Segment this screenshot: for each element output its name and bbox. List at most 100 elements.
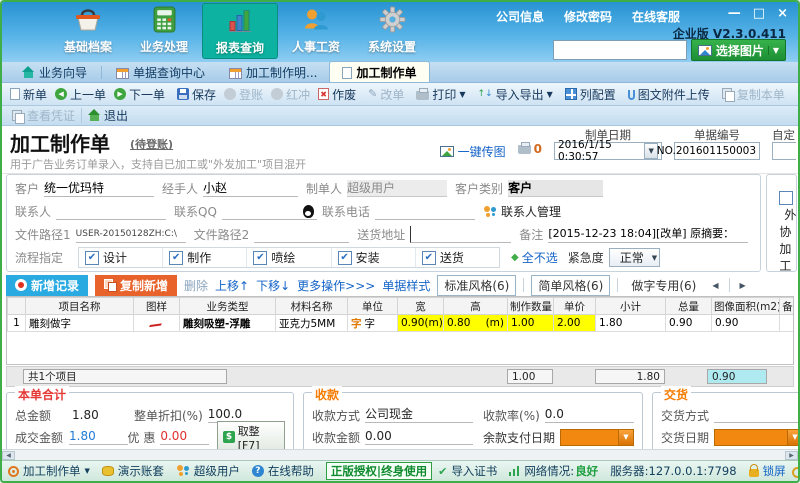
statusbar-import-cert[interactable]: ✔ 导入证书 xyxy=(438,463,497,479)
checkbox-checked-icon[interactable]: ✔ xyxy=(337,250,352,265)
sample-cell[interactable] xyxy=(133,314,180,332)
col-header[interactable]: 备 xyxy=(779,297,793,315)
col-header[interactable]: 项目名称 xyxy=(25,297,134,315)
paste-screenshot-button[interactable]: ✎粘贴截图 xyxy=(793,85,798,104)
col-header[interactable]: 高 xyxy=(443,297,508,315)
statusbar-doc-type[interactable]: 加工制作单 ▼ xyxy=(8,463,90,479)
balance-date-select[interactable]: ▼ xyxy=(560,428,634,446)
delivery-address-input[interactable] xyxy=(410,226,512,243)
custom-no-field[interactable] xyxy=(772,142,796,160)
outsource-checkbox[interactable] xyxy=(779,191,794,205)
nav-business[interactable]: 业务处理 xyxy=(126,3,202,59)
save-button[interactable]: 保存 xyxy=(173,85,220,104)
doc-no-field[interactable]: NO.201601150003 xyxy=(657,142,760,160)
height-cell[interactable]: 0.80 (m) xyxy=(443,314,508,332)
tab-business-wizard[interactable]: 业务向导 xyxy=(10,62,99,82)
col-header[interactable]: 总量 xyxy=(665,297,712,315)
statusbar-help[interactable]: ? 在线帮助 xyxy=(251,463,314,479)
minimize-icon[interactable]: — xyxy=(728,6,741,21)
handler-input[interactable]: 小赵 xyxy=(203,180,299,197)
col-header[interactable]: 单价 xyxy=(553,297,596,315)
remark-input[interactable]: [2015-12-23 18:04][改单] 原摘要： xyxy=(548,226,749,243)
dropdown-arrow-icon[interactable]: ▼ xyxy=(618,429,633,445)
new-doc-button[interactable]: 新单 xyxy=(6,85,51,104)
print-button[interactable]: 打印 ▼ xyxy=(412,85,469,104)
payment-method-input[interactable]: 公司现金 xyxy=(365,407,474,423)
row-number-header[interactable] xyxy=(7,297,26,315)
col-header[interactable]: 宽 xyxy=(397,297,444,315)
more-actions-link[interactable]: 更多操作>>> xyxy=(297,277,375,294)
horizontal-scrollbar[interactable]: ◀ ▶ xyxy=(2,449,798,460)
post-status-link[interactable]: (待登账) xyxy=(130,136,173,152)
style-tab-standard[interactable]: 标准风格(6) xyxy=(437,274,517,296)
customer-input[interactable]: 统一优玛特 xyxy=(44,180,155,197)
statusbar-account[interactable]: 演示账套 xyxy=(101,463,164,479)
statusbar-user[interactable]: 超级用户 xyxy=(176,463,240,479)
post-button[interactable]: 登账 xyxy=(220,85,267,104)
create-date-field[interactable]: 2016/1/15 0:30:57 ▼ xyxy=(554,139,662,163)
file-path1-input[interactable]: USER-20150128ZH:C:\ xyxy=(75,226,186,243)
switch-user-button[interactable]: 切换用户 xyxy=(791,463,798,479)
nav-hr-payroll[interactable]: 人事工资 xyxy=(278,3,354,59)
checkbox-checked-icon[interactable]: ✔ xyxy=(169,250,184,265)
unit-cell[interactable]: 字字 xyxy=(347,314,398,332)
nav-basic-files[interactable]: 基础档案 xyxy=(50,3,126,59)
area-cell[interactable]: 0.90 xyxy=(711,314,780,332)
payment-amount-input[interactable]: 0.00 xyxy=(365,429,474,445)
copy-doc-button[interactable]: 复制本单 xyxy=(718,85,789,104)
move-up-link[interactable]: 上移↑ xyxy=(215,277,249,294)
dropdown-arrow-icon[interactable]: ▼ xyxy=(459,90,465,99)
view-voucher-button[interactable]: 查看凭证 xyxy=(8,106,79,125)
delivery-date-select[interactable]: ▼ xyxy=(714,428,798,446)
modify-button[interactable]: ✎ 改单 xyxy=(364,85,408,104)
style-scroll-right-icon[interactable]: ▶ xyxy=(737,281,749,290)
col-header[interactable]: 制作数量 xyxy=(507,297,554,315)
nav-reports[interactable]: 报表查询 xyxy=(202,3,278,59)
import-export-button[interactable]: ↑↓ 导入导出 ▼ xyxy=(474,85,557,104)
dropdown-arrow-icon[interactable]: ▼ xyxy=(547,90,553,99)
col-header[interactable]: 单位 xyxy=(347,297,398,315)
flow-step-install[interactable]: ✔ 安装 xyxy=(332,248,416,267)
flow-step-print[interactable]: ✔ 喷绘 xyxy=(247,248,332,267)
scroll-right-icon[interactable]: ▶ xyxy=(785,450,798,460)
subtotal-cell[interactable]: 1.80 xyxy=(595,314,666,332)
delete-row-link[interactable]: 删除 xyxy=(184,277,208,294)
width-cell[interactable]: 0.90 (m) xyxy=(397,314,444,332)
col-header[interactable]: 材料名称 xyxy=(275,297,348,315)
dropdown-arrow-icon[interactable]: ▼ xyxy=(767,45,779,55)
col-header[interactable]: 业务类型 xyxy=(179,297,276,315)
note-cell[interactable] xyxy=(779,314,793,332)
add-record-button[interactable]: 新增记录 xyxy=(6,274,89,296)
tab-processing-detail[interactable]: 加工制作明... xyxy=(217,62,329,82)
col-header[interactable]: 图像面积(m2) xyxy=(711,297,780,315)
online-service-link[interactable]: 在线客服 xyxy=(632,8,680,25)
reverse-button[interactable]: 红冲 xyxy=(267,85,314,104)
material-cell[interactable]: 亚克力5MM xyxy=(275,314,348,332)
image-path-input[interactable] xyxy=(552,40,687,60)
col-header[interactable]: 图样 xyxy=(133,297,180,315)
phone-input[interactable] xyxy=(374,203,475,220)
style-scroll-left-icon[interactable]: ◀ xyxy=(709,281,721,290)
company-info-link[interactable]: 公司信息 xyxy=(496,8,544,25)
table-row[interactable]: 1 雕刻做字 雕刻吸塑-浮雕 亚克力5MM 字字 0.90 (m) 0.80 (m)… xyxy=(7,314,793,332)
close-icon[interactable]: × xyxy=(777,6,788,21)
total-cell[interactable]: 0.90 xyxy=(665,314,712,332)
dropdown-arrow-icon[interactable]: ▼ xyxy=(85,467,90,475)
qty-cell[interactable]: 1.00 xyxy=(507,314,554,332)
select-none-link[interactable]: 全不选 xyxy=(522,249,558,266)
delivery-method-input[interactable] xyxy=(714,407,798,423)
tab-query-center[interactable]: 单据查询中心 xyxy=(104,62,217,82)
qq-icon[interactable] xyxy=(302,205,314,218)
col-header[interactable]: 小计 xyxy=(595,297,666,315)
next-doc-button[interactable]: ▶ 下一单 xyxy=(110,85,169,104)
flow-step-make[interactable]: ✔ 制作 xyxy=(163,248,248,267)
select-image-button[interactable]: 选择图片 ▼ xyxy=(690,39,786,61)
void-button[interactable]: ✖ 作废 xyxy=(314,85,360,104)
price-cell[interactable]: 2.00 xyxy=(553,314,596,332)
exit-button[interactable]: 退出 xyxy=(84,106,132,125)
one-click-upload-link[interactable]: 一键传图 xyxy=(458,143,506,160)
copy-add-button[interactable]: 复制新增 xyxy=(95,274,178,296)
urgency-select[interactable]: 正常 ▼ xyxy=(608,248,661,267)
style-tab-lettering[interactable]: 做字专用(6) xyxy=(625,276,702,295)
checkbox-checked-icon[interactable]: ✔ xyxy=(253,250,268,265)
